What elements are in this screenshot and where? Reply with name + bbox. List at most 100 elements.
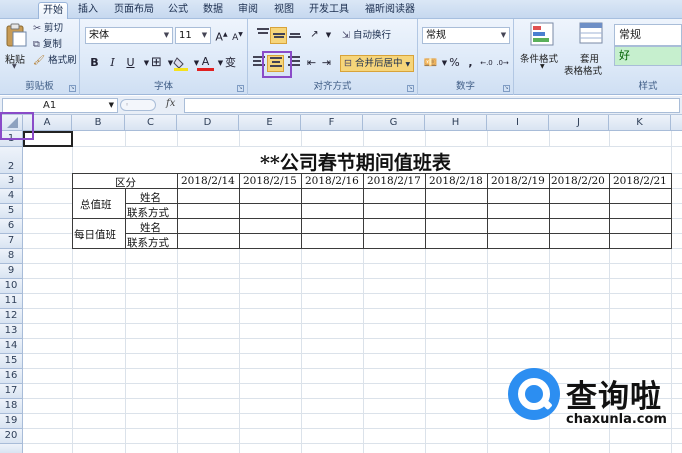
paste-icon — [6, 23, 27, 47]
tab-developer[interactable]: 开发工具 — [305, 2, 353, 19]
row-header-4[interactable]: 4 — [0, 189, 23, 204]
tab-view[interactable]: 视图 — [270, 2, 298, 19]
row-header-11[interactable]: 11 — [0, 294, 23, 309]
row-header-19[interactable]: 19 — [0, 414, 23, 429]
underline-button[interactable]: U — [122, 55, 139, 72]
date-header-H3: 2018/2/18 — [429, 175, 483, 187]
column-header-I[interactable]: I — [487, 115, 549, 131]
paste-dropdown-icon: ▼ — [12, 63, 17, 70]
number-format-value: 常规 — [426, 30, 446, 41]
tab-review[interactable]: 审阅 — [234, 2, 262, 19]
font-size-combo[interactable]: 11 ▼ — [175, 27, 211, 44]
number-group-label: 数字 — [455, 81, 475, 92]
font-name-combo[interactable]: 宋体 ▼ — [85, 27, 173, 44]
gridline — [23, 293, 682, 294]
row-header-15[interactable]: 15 — [0, 354, 23, 369]
decrease-decimal-icon[interactable]: .0→ — [494, 55, 511, 72]
number-format-combo[interactable]: 常规 ▼ — [422, 27, 510, 44]
column-header-K[interactable]: K — [609, 115, 671, 131]
tab-insert[interactable]: 插入 — [74, 2, 102, 19]
row-header-17[interactable]: 17 — [0, 384, 23, 399]
row-header-9[interactable]: 9 — [0, 264, 23, 279]
row-header-13[interactable]: 13 — [0, 324, 23, 339]
table-border — [301, 173, 302, 249]
row-header-14[interactable]: 14 — [0, 339, 23, 354]
comma-button[interactable]: , — [462, 55, 479, 72]
gridline — [23, 338, 682, 339]
name-box[interactable]: A1 ▼ — [2, 98, 118, 113]
format-as-table-label-2: 表格格式 — [564, 66, 603, 77]
field-name-row4: 姓名 — [140, 192, 161, 204]
row-header-3[interactable]: 3 — [0, 174, 23, 189]
number-group: 常规 ▼ 💴 ▼ % , ←.0 .0→ 数字 ↘ — [418, 19, 514, 95]
grow-font-button[interactable]: A▲ — [213, 27, 230, 44]
copy-button[interactable]: ⧉ 复制 — [33, 37, 62, 53]
merge-center-button[interactable]: ⊟ 合并后居中 ▼ — [340, 55, 415, 72]
group-label-zongzhiban: 总值班 — [80, 199, 112, 211]
column-header-B[interactable]: B — [72, 115, 125, 131]
column-header-H[interactable]: H — [425, 115, 487, 131]
cut-button[interactable]: ✂ 剪切 — [33, 21, 63, 37]
alignment-launcher-icon[interactable]: ↘ — [407, 85, 414, 92]
percent-button[interactable]: % — [446, 55, 463, 72]
column-header-C[interactable]: C — [125, 115, 177, 131]
style-normal-cell[interactable]: 常规 — [614, 24, 682, 46]
tab-formulas[interactable]: 公式 — [164, 2, 192, 19]
conditional-formatting-button[interactable]: 条件格式 ▼ — [518, 21, 566, 71]
shrink-font-button[interactable]: A▼ — [229, 27, 246, 44]
tab-data[interactable]: 数据 — [199, 2, 227, 19]
row-header-2[interactable]: 2 — [0, 147, 23, 174]
row-header-6[interactable]: 6 — [0, 219, 23, 234]
column-header-F[interactable]: F — [301, 115, 363, 131]
row-header-12[interactable]: 12 — [0, 309, 23, 324]
row-header-10[interactable]: 10 — [0, 279, 23, 294]
font-launcher-icon[interactable]: ↘ — [237, 85, 244, 92]
align-top-icon[interactable] — [254, 27, 271, 44]
align-middle-icon[interactable] — [270, 27, 287, 44]
wrap-text-label: 自动换行 — [353, 30, 392, 41]
row-header-18[interactable]: 18 — [0, 399, 23, 414]
column-header-D[interactable]: D — [177, 115, 239, 131]
column-header-G[interactable]: G — [363, 115, 425, 131]
format-painter-button[interactable]: 🖌 格式刷 — [33, 53, 77, 69]
insert-function-button[interactable]: fx — [166, 98, 175, 109]
table-border — [425, 173, 426, 249]
row-header-7[interactable]: 7 — [0, 234, 23, 249]
tab-home[interactable]: 开始 — [38, 2, 68, 19]
gridline — [23, 353, 682, 354]
italic-button[interactable]: I — [104, 55, 121, 72]
wrap-text-icon: ⇲ — [342, 30, 350, 41]
date-header-J3: 2018/2/20 — [551, 175, 605, 187]
style-good-cell[interactable]: 好 — [614, 46, 682, 66]
wrap-text-button[interactable]: ⇲ 自动换行 — [342, 28, 391, 44]
formula-input[interactable] — [184, 98, 680, 113]
tab-page-layout[interactable]: 页面布局 — [110, 2, 158, 19]
orientation-dropdown-icon[interactable]: ▼ — [320, 27, 337, 44]
column-header-E[interactable]: E — [239, 115, 301, 131]
chevron-down-icon: ▼ — [108, 101, 114, 109]
formula-function-area: ◦ fx — [118, 98, 184, 113]
increase-indent-icon[interactable]: ⇥ — [318, 55, 335, 72]
increase-decimal-icon[interactable]: ←.0 — [478, 55, 495, 72]
merge-cells-icon: ⊟ — [344, 58, 352, 69]
format-as-table-button[interactable]: 套用 表格格式 — [564, 21, 614, 77]
clipboard-launcher-icon[interactable]: ↘ — [69, 85, 76, 92]
row-header-5[interactable]: 5 — [0, 204, 23, 219]
column-header-J[interactable]: J — [549, 115, 609, 131]
bold-button[interactable]: B — [86, 55, 103, 72]
align-bottom-icon[interactable] — [286, 27, 303, 44]
field-contact-row5: 联系方式 — [127, 207, 169, 219]
chevron-down-icon: ▼ — [540, 63, 545, 70]
tab-foxit-reader[interactable]: 福昕阅读器 — [360, 2, 420, 19]
paste-button[interactable]: 粘贴 ▼ — [3, 21, 29, 70]
number-launcher-icon[interactable]: ↘ — [503, 85, 510, 92]
row-header-20[interactable]: 20 — [0, 429, 23, 444]
ribbon: 粘贴 ▼ ✂ 剪切 ⧉ 复制 🖌 格式刷 剪贴板 ↘ 宋体 ▼ 11 ▼ A▲ … — [0, 19, 682, 95]
row-header-16[interactable]: 16 — [0, 369, 23, 384]
fill-color-button[interactable] — [172, 55, 189, 72]
table-border — [239, 173, 240, 249]
phonetic-guide-button[interactable]: 变 — [222, 55, 239, 72]
watermark-text: 查询啦 — [566, 379, 662, 415]
chevron-down-icon: ▼ — [405, 61, 411, 68]
row-header-8[interactable]: 8 — [0, 249, 23, 264]
